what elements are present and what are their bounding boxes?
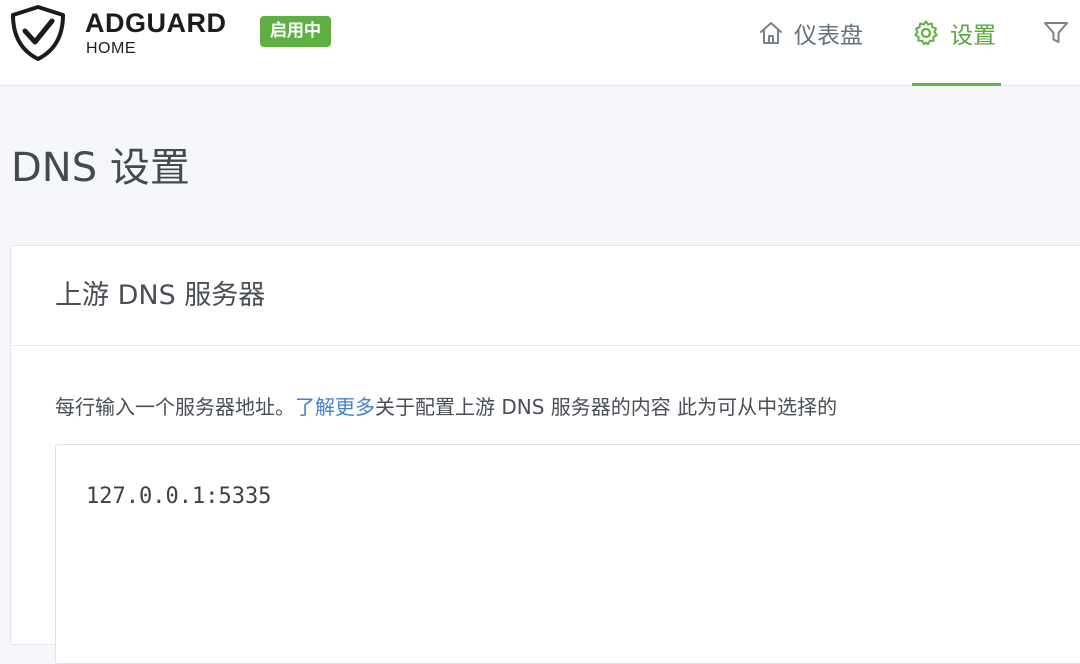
nav-filters[interactable] [1042,14,1080,52]
home-icon [760,22,782,44]
nav-dashboard[interactable]: 仪表盘 [758,14,863,52]
upstream-dns-card: 上游 DNS 服务器 每行输入一个服务器地址。了解更多关于配置上游 DNS 服务… [10,245,1080,664]
upstream-servers-value: 127.0.0.1:5335 [86,484,272,509]
top-header: ADGUARD HOME 启用中 仪表盘 设置 [0,0,1080,86]
desc-text-after: 关于配置上游 DNS 服务器的内容 此为可从中选择的 [375,395,838,419]
gear-icon [914,20,938,46]
desc-text-before: 每行输入一个服务器地址。 [55,395,295,419]
nav-dashboard-label: 仪表盘 [794,23,863,49]
status-badge: 启用中 [260,16,331,47]
filter-icon [1044,22,1068,43]
nav-settings[interactable]: 设置 [912,14,996,52]
upstream-servers-textarea[interactable]: 127.0.0.1:5335 [55,444,1080,664]
nav-settings-label: 设置 [950,23,996,49]
card-header: 上游 DNS 服务器 [11,246,1080,346]
upstream-description: 每行输入一个服务器地址。了解更多关于配置上游 DNS 服务器的内容 此为可从中选… [55,392,837,422]
brand-name[interactable]: ADGUARD [85,8,227,38]
nav-active-indicator [912,83,1001,86]
card-title: 上游 DNS 服务器 [55,280,266,311]
page-title: DNS 设置 [11,145,190,191]
brand-subtitle: HOME [86,40,136,57]
shield-check-icon[interactable] [8,4,68,62]
learn-more-link[interactable]: 了解更多 [295,395,375,419]
